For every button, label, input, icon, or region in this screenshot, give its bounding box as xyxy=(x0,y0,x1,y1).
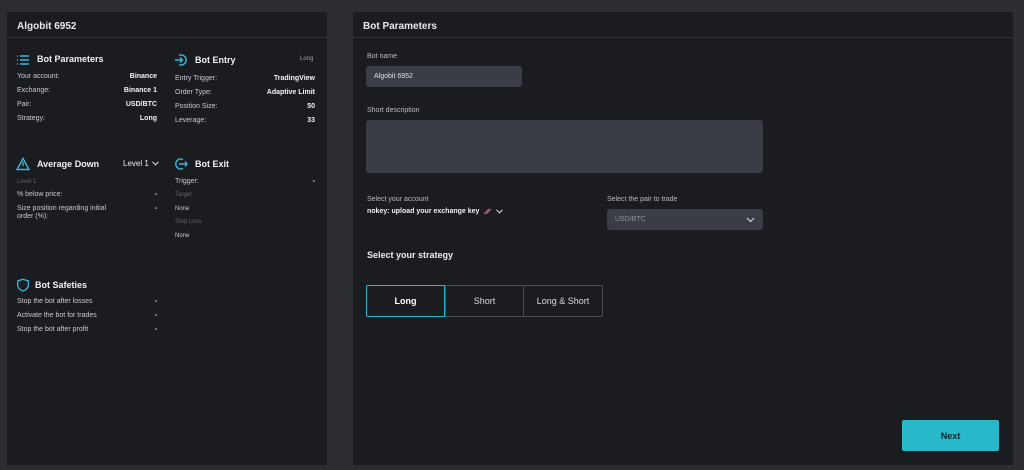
strategy-label: Select your strategy xyxy=(367,250,454,260)
bot-exit-heading: Bot Exit xyxy=(195,159,230,169)
avg-row: Size position regarding initial order (%… xyxy=(17,205,157,220)
stop-loss-value: None xyxy=(175,233,190,239)
param-row: Exchange: Binance 1 xyxy=(17,87,157,94)
param-row: Strategy: Long xyxy=(17,115,157,122)
short-description-textarea[interactable] xyxy=(366,120,763,173)
param-row: Your account: Binance xyxy=(17,73,157,80)
bot-name-label: Bot name xyxy=(367,53,397,60)
bot-summary-panel: Algobit 6952 Bot Parameters Your account… xyxy=(7,12,327,465)
bot-parameters-heading: Bot Parameters xyxy=(37,54,104,64)
param-row: Pair: USD/BTC xyxy=(17,101,157,108)
entry-row: Order Type: Adaptive Limit xyxy=(175,89,315,96)
entry-direction-tag: Long xyxy=(300,56,314,62)
bot-parameters-form: Bot Parameters Bot name Algobit 6952 Sho… xyxy=(353,12,1013,465)
account-select[interactable]: nokey: upload your exchange key xyxy=(367,208,504,215)
pair-select[interactable]: USD/BTC xyxy=(607,209,763,230)
account-label: Select your account xyxy=(367,196,429,203)
target-value: None xyxy=(175,206,190,212)
strategy-short-button[interactable]: Short xyxy=(445,285,524,317)
avg-row: % below price: - xyxy=(17,191,157,198)
safety-row: Activate the bot for trades - xyxy=(17,312,157,319)
warning-triangle-icon xyxy=(16,157,30,171)
bot-summary-title: Algobit 6952 xyxy=(7,12,327,38)
entry-row: Leverage: 33 xyxy=(175,117,315,124)
enter-icon xyxy=(175,54,187,66)
target-label: Target xyxy=(175,192,192,198)
list-icon xyxy=(17,55,29,65)
bot-safeties-heading: Bot Safeties xyxy=(35,280,88,290)
safety-row: Stop the bot after profit - xyxy=(17,326,157,333)
form-title: Bot Parameters xyxy=(353,12,1013,38)
key-icon xyxy=(484,208,492,215)
chevron-down-icon xyxy=(151,161,159,166)
level-select[interactable]: Level 1 xyxy=(123,159,159,168)
bot-name-input[interactable]: Algobit 6952 xyxy=(366,66,522,87)
level-label: Level 1 xyxy=(17,179,37,185)
next-button[interactable]: Next xyxy=(902,420,999,451)
strategy-long-button[interactable]: Long xyxy=(366,285,445,317)
short-description-label: Short description xyxy=(367,107,420,114)
exit-icon xyxy=(175,158,188,170)
strategy-long-short-button[interactable]: Long & Short xyxy=(523,285,603,317)
bot-entry-heading: Bot Entry xyxy=(195,55,236,65)
entry-row: Entry Trigger: TradingView xyxy=(175,75,315,82)
safety-row: Stop the bot after losses - xyxy=(17,298,157,305)
average-down-heading: Average Down xyxy=(37,159,100,169)
chevron-down-icon xyxy=(496,209,504,214)
entry-row: Position Size: 50 xyxy=(175,103,315,110)
stop-loss-label: Stop Loss xyxy=(175,219,202,225)
chevron-down-icon xyxy=(746,217,755,223)
pair-label: Select the pair to trade xyxy=(607,196,678,203)
shield-icon xyxy=(17,278,29,292)
exit-trigger-row: Trigger: - xyxy=(175,178,315,185)
